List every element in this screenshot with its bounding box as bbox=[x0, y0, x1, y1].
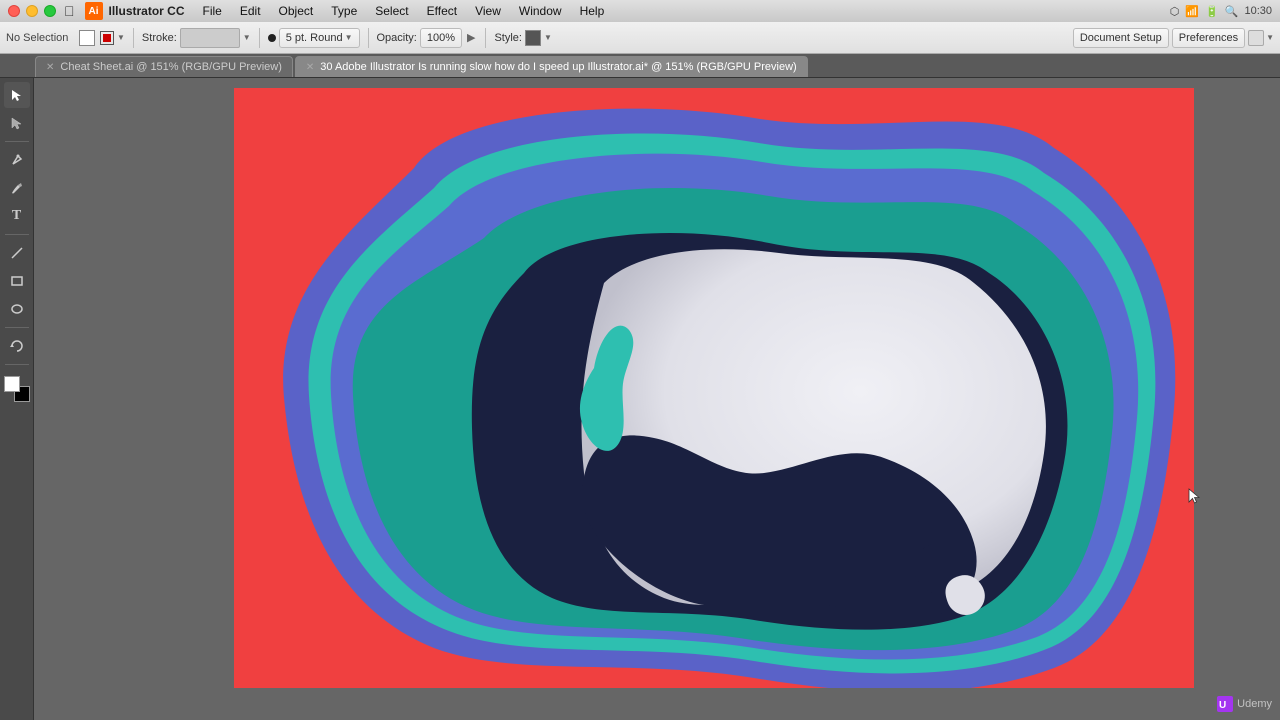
type-tool-icon: T bbox=[12, 208, 21, 224]
opacity-arrow-icon[interactable]: ▶ bbox=[467, 31, 475, 44]
selection-section: No Selection ▼ bbox=[6, 30, 125, 46]
brush-dropdown-icon: ▼ bbox=[345, 33, 353, 42]
ai-logo-icon: Ai bbox=[85, 2, 103, 20]
clock-icon: 10:30 bbox=[1244, 5, 1272, 17]
titlebar:  Ai Illustrator CC File Edit Object Typ… bbox=[0, 0, 1280, 22]
menu-object[interactable]: Object bbox=[271, 3, 322, 19]
menu-type[interactable]: Type bbox=[323, 3, 365, 19]
tabs-bar: ✕ Cheat Sheet.ai @ 151% (RGB/GPU Preview… bbox=[0, 54, 1280, 78]
color-boxes[interactable] bbox=[4, 376, 30, 402]
opacity-label: Opacity: bbox=[377, 32, 417, 44]
opacity-section: Opacity: 100% ▶ bbox=[377, 28, 478, 48]
brush-dot-icon bbox=[268, 34, 276, 42]
traffic-lights bbox=[8, 5, 56, 17]
type-tool[interactable]: T bbox=[4, 203, 30, 229]
rotate-tool[interactable] bbox=[4, 333, 30, 359]
menu-view[interactable]: View bbox=[467, 3, 509, 19]
doc-actions: Document Setup Preferences ▼ bbox=[1073, 28, 1274, 48]
style-dropdown-icon[interactable]: ▼ bbox=[544, 33, 552, 42]
menu-help[interactable]: Help bbox=[572, 3, 613, 19]
canvas-area[interactable]: U Udemy bbox=[34, 78, 1280, 720]
wifi-icon: 📶 bbox=[1185, 5, 1199, 18]
direct-selection-tool[interactable] bbox=[4, 110, 30, 136]
separator-2 bbox=[259, 28, 260, 48]
tool-separator-2 bbox=[5, 234, 29, 235]
menu-edit[interactable]: Edit bbox=[232, 3, 269, 19]
brush-tool[interactable] bbox=[4, 175, 30, 201]
stroke-indicator[interactable] bbox=[100, 31, 114, 45]
canvas[interactable] bbox=[234, 88, 1194, 688]
stroke-dropdown-icon[interactable]: ▼ bbox=[243, 33, 251, 42]
tab-close-icon-2[interactable]: ✕ bbox=[306, 62, 314, 73]
document-setup-button[interactable]: Document Setup bbox=[1073, 28, 1169, 48]
maximize-button[interactable] bbox=[44, 5, 56, 17]
tools-panel: T bbox=[0, 78, 34, 720]
selection-tool[interactable] bbox=[4, 82, 30, 108]
menu-effect[interactable]: Effect bbox=[419, 3, 465, 19]
opacity-value: 100% bbox=[427, 32, 455, 44]
rectangle-tool[interactable] bbox=[4, 268, 30, 294]
artwork-svg bbox=[234, 88, 1194, 688]
search-icon[interactable]: 🔍 bbox=[1225, 5, 1239, 18]
stroke-preview bbox=[180, 28, 240, 48]
tab-close-icon-1[interactable]: ✕ bbox=[46, 62, 54, 73]
menu-select[interactable]: Select bbox=[367, 3, 416, 19]
apple-logo-icon:  bbox=[64, 3, 75, 19]
main-area: T bbox=[0, 78, 1280, 720]
battery-icon: 🔋 bbox=[1205, 5, 1219, 18]
brush-size-label: 5 pt. Round bbox=[286, 32, 343, 44]
tool-separator-4 bbox=[5, 364, 29, 365]
foreground-color-box[interactable] bbox=[4, 376, 20, 392]
opacity-input[interactable]: 100% bbox=[420, 28, 462, 48]
tab-label-1: Cheat Sheet.ai @ 151% (RGB/GPU Preview) bbox=[60, 61, 281, 73]
toolbar: No Selection ▼ Stroke: ▼ 5 pt. Round ▼ O… bbox=[0, 22, 1280, 54]
udemy-label: Udemy bbox=[1237, 698, 1272, 710]
tool-separator-1 bbox=[5, 141, 29, 142]
style-swatch[interactable] bbox=[525, 30, 541, 46]
separator-1 bbox=[133, 28, 134, 48]
dropbox-icon: ⬡ bbox=[1170, 5, 1180, 18]
transform-controls: ▼ bbox=[1248, 30, 1274, 46]
tool-separator-3 bbox=[5, 327, 29, 328]
transform-dropdown-icon[interactable]: ▼ bbox=[1266, 33, 1274, 42]
separator-3 bbox=[368, 28, 369, 48]
menu-file[interactable]: File bbox=[195, 3, 230, 19]
pen-tool[interactable] bbox=[4, 147, 30, 173]
tab-illustrator-slow[interactable]: ✕ 30 Adobe Illustrator Is running slow h… bbox=[295, 56, 808, 77]
fill-dropdown-icon[interactable]: ▼ bbox=[117, 33, 125, 42]
menubar: Illustrator CC File Edit Object Type Sel… bbox=[109, 3, 1170, 19]
preferences-button[interactable]: Preferences bbox=[1172, 28, 1245, 48]
tab-label-2: 30 Adobe Illustrator Is running slow how… bbox=[320, 61, 796, 73]
stroke-section: Stroke: ▼ bbox=[142, 28, 251, 48]
tab-cheatsheet[interactable]: ✕ Cheat Sheet.ai @ 151% (RGB/GPU Preview… bbox=[35, 56, 293, 77]
selection-label: No Selection bbox=[6, 32, 76, 44]
svg-text:U: U bbox=[1219, 700, 1226, 711]
menu-window[interactable]: Window bbox=[511, 3, 570, 19]
brush-size-btn[interactable]: 5 pt. Round ▼ bbox=[279, 28, 360, 48]
app-name: Illustrator CC bbox=[109, 4, 185, 18]
brush-section: 5 pt. Round ▼ bbox=[268, 28, 360, 48]
system-icons: ⬡ 📶 🔋 🔍 10:30 bbox=[1170, 5, 1272, 18]
ellipse-tool[interactable] bbox=[4, 296, 30, 322]
line-tool[interactable] bbox=[4, 240, 30, 266]
close-button[interactable] bbox=[8, 5, 20, 17]
separator-4 bbox=[485, 28, 486, 48]
minimize-button[interactable] bbox=[26, 5, 38, 17]
stroke-label: Stroke: bbox=[142, 32, 177, 44]
udemy-watermark: U Udemy bbox=[1217, 696, 1272, 712]
transform-icon[interactable] bbox=[1248, 30, 1264, 46]
style-section: Style: ▼ bbox=[494, 30, 551, 46]
style-label: Style: bbox=[494, 32, 522, 44]
fill-swatch[interactable] bbox=[79, 30, 95, 46]
